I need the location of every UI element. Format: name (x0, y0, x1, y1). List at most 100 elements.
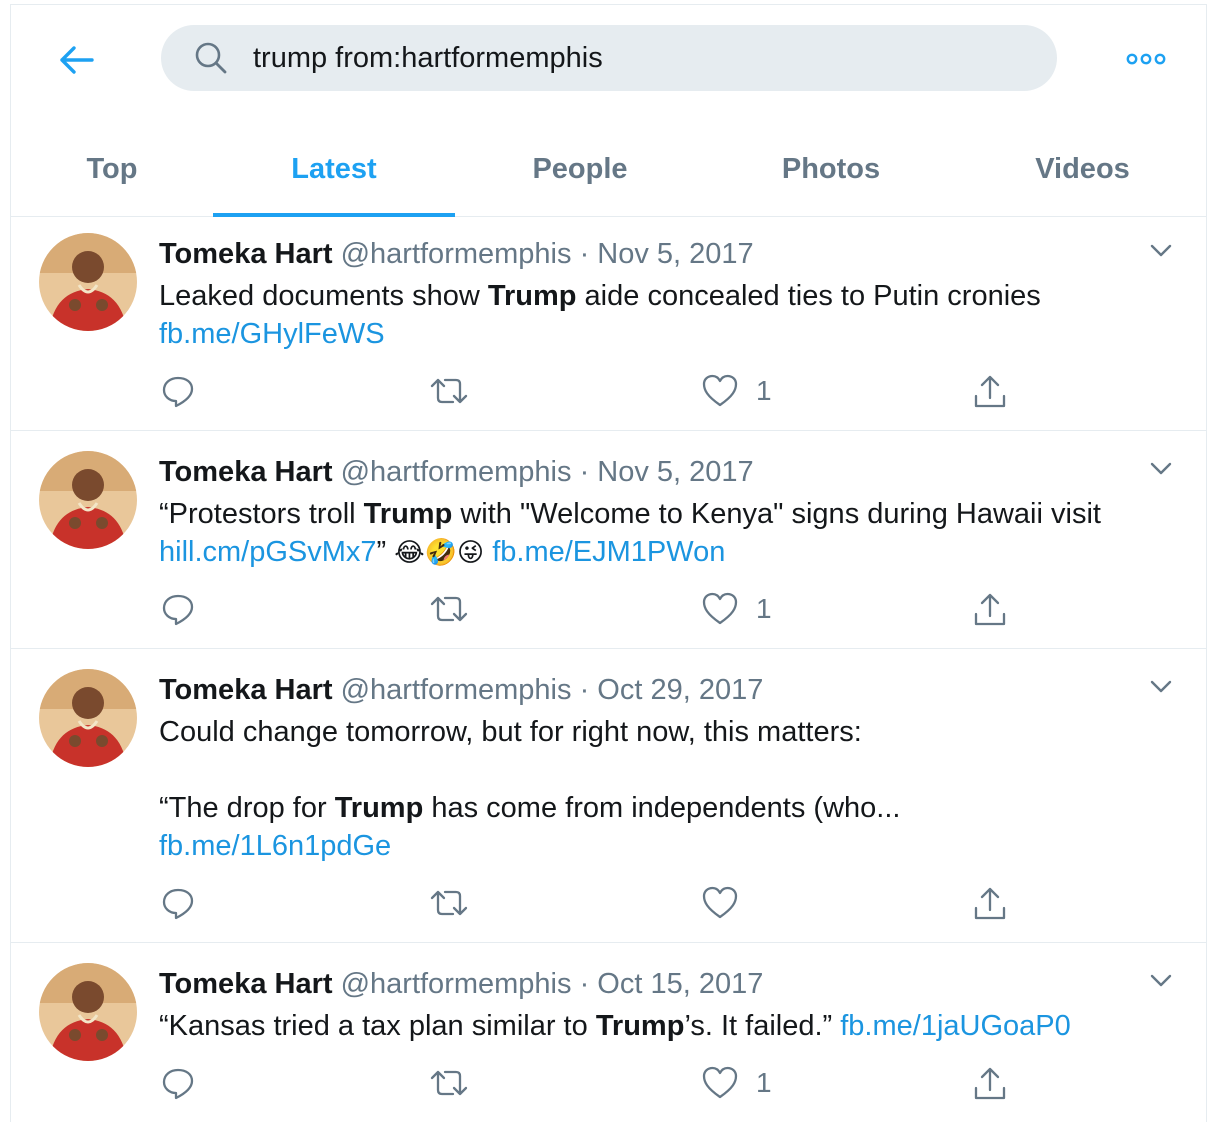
tweet-date[interactable]: Nov 5, 2017 (597, 238, 753, 270)
avatar[interactable] (39, 451, 137, 549)
tweet-menu-button[interactable] (1145, 965, 1177, 997)
like-button[interactable] (702, 886, 756, 920)
more-icon (1126, 53, 1166, 65)
separator: · (579, 674, 590, 706)
tab-top[interactable]: Top (11, 123, 213, 216)
more-options-button[interactable] (1121, 41, 1171, 77)
chevron-down-icon (1150, 244, 1172, 257)
tab-photos[interactable]: Photos (705, 123, 957, 216)
back-arrow-icon (60, 46, 94, 74)
tweet-menu-button[interactable] (1145, 235, 1177, 267)
like-button[interactable]: 1 (702, 1066, 772, 1100)
reply-icon (162, 594, 194, 626)
avatar[interactable] (39, 669, 137, 767)
tweet[interactable]: Tomeka Hart @hartformemphis · Nov 5, 201… (11, 431, 1206, 649)
tweet-header: Tomeka Hart @hartformemphis · Nov 5, 201… (159, 455, 754, 489)
reply-icon (162, 1068, 194, 1100)
author-handle[interactable]: @hartformemphis (341, 674, 572, 706)
separator: · (579, 968, 590, 1000)
like-icon (702, 592, 738, 625)
reply-button[interactable] (161, 592, 195, 626)
tweet-link[interactable]: fb.me/GHylFeWS (159, 318, 385, 350)
author-handle[interactable]: @hartformemphis (341, 968, 572, 1000)
tweet-text: Could change tomorrow, but for right now… (159, 716, 901, 862)
author-handle[interactable]: @hartformemphis (341, 238, 572, 270)
retweet-icon (430, 890, 468, 916)
emoji-group: 😂🤣😜 (394, 537, 485, 567)
author-name[interactable]: Tomeka Hart (159, 968, 333, 1000)
separator: · (579, 238, 590, 270)
like-count: 1 (756, 593, 772, 624)
tweet-date[interactable]: Oct 15, 2017 (597, 968, 763, 1000)
tab-people[interactable]: People (455, 123, 705, 216)
tweet-menu-button[interactable] (1145, 453, 1177, 485)
reply-icon (162, 376, 194, 408)
highlighted-term: Trump (487, 280, 577, 312)
retweet-icon (430, 378, 468, 404)
avatar[interactable] (39, 963, 137, 1061)
tweet-text: “Protestors troll Trump with "Welcome to… (159, 498, 1101, 568)
back-button[interactable] (51, 35, 101, 85)
separator: · (579, 456, 590, 488)
tweet-actions: 1 (11, 592, 1206, 632)
search-tabs: Top Latest People Photos Videos (11, 123, 1206, 217)
retweet-icon (430, 596, 468, 622)
share-icon (974, 887, 1006, 920)
share-button[interactable] (972, 592, 1008, 628)
chevron-down-icon (1150, 680, 1172, 693)
share-button[interactable] (972, 374, 1008, 410)
tweet-link[interactable]: hill.cm/pGSvMx7 (159, 536, 377, 568)
tab-latest[interactable]: Latest (213, 123, 455, 217)
author-handle[interactable]: @hartformemphis (341, 456, 572, 488)
tweet-actions: 1 (11, 374, 1206, 414)
search-bar[interactable] (161, 25, 1057, 91)
tweet-date[interactable]: Oct 29, 2017 (597, 674, 763, 706)
like-button[interactable]: 1 (702, 374, 772, 408)
like-count: 1 (756, 1067, 772, 1098)
tweet-header: Tomeka Hart @hartformemphis · Oct 15, 20… (159, 967, 763, 1001)
tweet-menu-button[interactable] (1145, 671, 1177, 703)
author-name[interactable]: Tomeka Hart (159, 674, 333, 706)
tweet-actions (11, 886, 1206, 926)
reply-button[interactable] (161, 886, 195, 920)
search-results-page: Top Latest People Photos Videos Tomeka H… (10, 4, 1207, 1122)
tweet-link[interactable]: fb.me/EJM1PWon (492, 536, 725, 568)
tab-videos[interactable]: Videos (957, 123, 1206, 216)
chevron-down-icon (1150, 974, 1172, 987)
avatar[interactable] (39, 233, 137, 331)
highlighted-term: Trump (595, 1010, 685, 1042)
like-icon (702, 1066, 738, 1099)
like-icon (702, 374, 738, 407)
share-icon (974, 375, 1006, 408)
share-icon (974, 593, 1006, 626)
tweet-link[interactable]: fb.me/1jaUGoaP0 (840, 1010, 1071, 1042)
tweet[interactable]: Tomeka Hart @hartformemphis · Nov 5, 201… (11, 217, 1206, 431)
retweet-button[interactable] (429, 374, 469, 408)
highlighted-term: Trump (363, 498, 453, 530)
reply-button[interactable] (161, 374, 195, 408)
highlighted-term: Trump (334, 792, 424, 824)
tweet-text: “Kansas tried a tax plan similar to Trum… (159, 1010, 1071, 1042)
search-icon (191, 38, 231, 78)
tweet-link[interactable]: fb.me/1L6n1pdGe (159, 830, 391, 862)
like-button[interactable]: 1 (702, 592, 772, 626)
tweet[interactable]: Tomeka Hart @hartformemphis · Oct 29, 20… (11, 649, 1206, 943)
reply-button[interactable] (161, 1066, 195, 1100)
author-name[interactable]: Tomeka Hart (159, 238, 333, 270)
tweet-date[interactable]: Nov 5, 2017 (597, 456, 753, 488)
tweet-text: Leaked documents show Trump aide conceal… (159, 280, 1041, 350)
retweet-button[interactable] (429, 886, 469, 920)
tweet-actions: 1 (11, 1066, 1206, 1106)
tweet[interactable]: Tomeka Hart @hartformemphis · Oct 15, 20… (11, 943, 1206, 1122)
share-button[interactable] (972, 886, 1008, 922)
tweet-header: Tomeka Hart @hartformemphis · Nov 5, 201… (159, 237, 754, 271)
like-icon (702, 886, 738, 919)
chevron-down-icon (1150, 462, 1172, 475)
search-input[interactable] (253, 41, 1013, 75)
share-button[interactable] (972, 1066, 1008, 1102)
reply-icon (162, 888, 194, 920)
retweet-button[interactable] (429, 1066, 469, 1100)
retweet-button[interactable] (429, 592, 469, 626)
author-name[interactable]: Tomeka Hart (159, 456, 333, 488)
like-count: 1 (756, 375, 772, 406)
